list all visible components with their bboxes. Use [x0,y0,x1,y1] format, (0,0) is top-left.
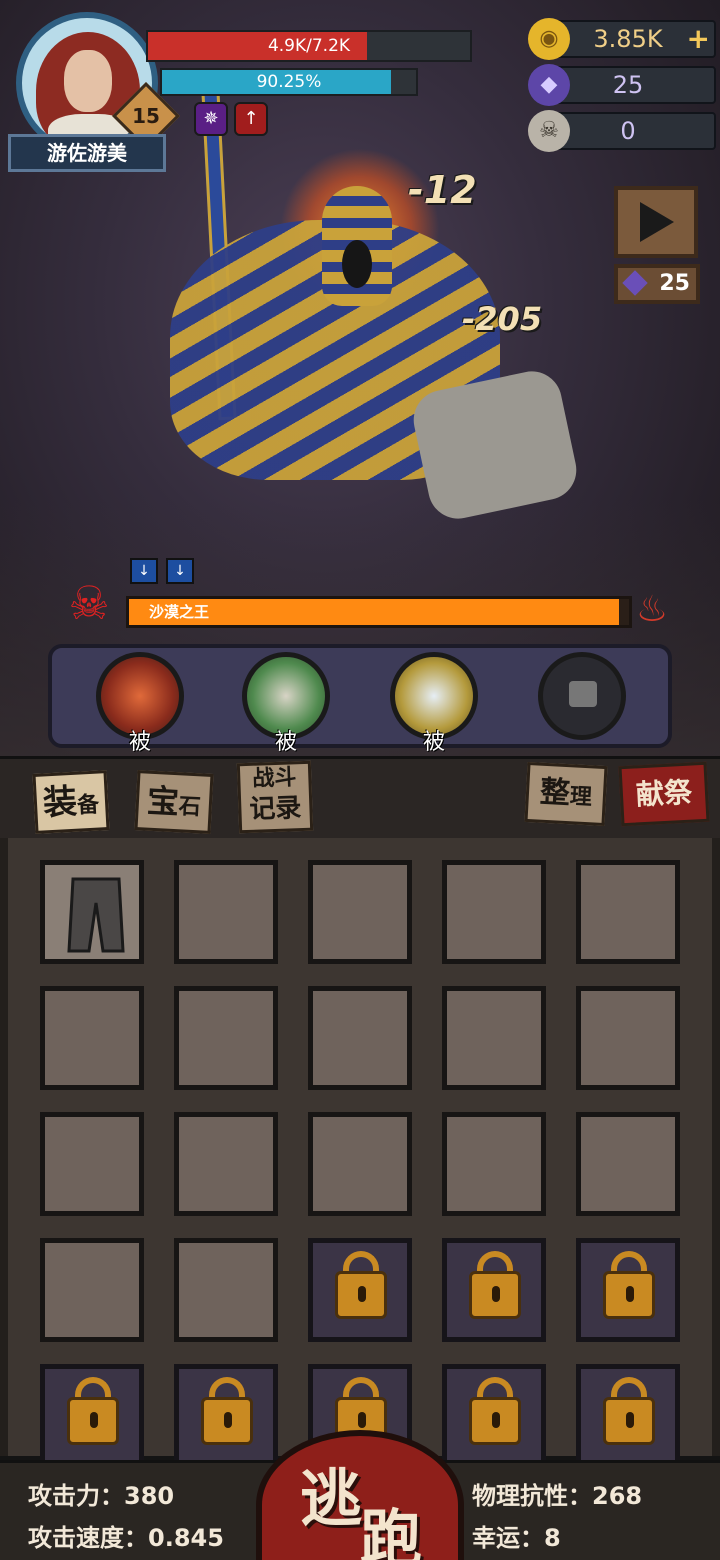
locked-slot[interactable] [576,1238,680,1342]
inventory-slot[interactable] [308,1112,412,1216]
inventory-slot[interactable] [40,986,144,1090]
hero-mp-bar: 90.25% [160,68,418,96]
crystal-value: 25 [612,71,644,99]
locked-skill-slot[interactable] [538,652,626,740]
sort-button[interactable]: 整理 [524,761,608,827]
add-gold-icon[interactable]: + [687,22,710,56]
padlock-icon [335,1271,387,1319]
passive-tag: 被 [274,730,297,755]
inventory-slot[interactable] [308,986,412,1090]
flee-label-2: 跑 [360,1502,423,1560]
hero-hp-text: 4.9K/7.2K [267,36,351,56]
hero-mp-text: 90.25% [256,72,322,92]
keyhole [492,1286,500,1302]
gold-counter: ◉ 3.85K + [528,18,716,60]
shield-down-icon[interactable]: ↓ [130,558,158,584]
inventory-slot[interactable] [576,986,680,1090]
play-icon [640,202,674,242]
pants-icon [67,877,125,953]
flame-icon: ♨ [635,589,669,630]
keyhole [90,1412,98,1428]
inventory-slot[interactable] [174,860,278,964]
hero-hp-bar: 4.9K/7.2K [146,30,472,62]
inventory-slot[interactable] [174,1238,278,1342]
inventory-slot[interactable] [308,860,412,964]
lock-icon [569,681,597,707]
inventory-slot[interactable] [576,860,680,964]
inventory-slot[interactable] [40,1238,144,1342]
sort-label-1: 整 [539,774,571,812]
inventory-slot-pants[interactable] [40,860,144,964]
inventory-slot[interactable] [40,1112,144,1216]
inventory-slot[interactable] [442,1112,546,1216]
tab-equipment-label-2: 备 [76,792,100,819]
tab-gems[interactable]: 宝石 [134,770,214,834]
flee-label-1: 逃 [300,1462,363,1535]
tab-battle-log-label-1: 战斗 [251,765,297,792]
tab-equipment-label-1: 装 [41,781,79,824]
keyhole [224,1412,232,1428]
tab-battle-log-label-2: 记录 [248,793,302,825]
damage-number: -205 [462,300,543,338]
locked-slot[interactable] [442,1364,546,1468]
shield-up-icon[interactable]: ↑ [234,102,268,136]
tab-gems-label-2: 石 [178,794,202,821]
tab-equipment[interactable]: 装备 [32,770,110,834]
level-value: 15 [132,104,160,128]
inventory-slot[interactable] [174,1112,278,1216]
hero-face [64,50,112,112]
locked-slot[interactable] [576,1364,680,1468]
keyhole [358,1412,366,1428]
attack-speed-stat: 攻击速度：0.845 [28,1524,224,1552]
inventory-slot[interactable] [576,1112,680,1216]
hero-name: 游佐游美 [8,134,166,172]
sort-label-2: 理 [569,784,593,811]
padlock-icon [469,1397,521,1445]
locked-slot[interactable] [308,1238,412,1342]
tab-battle-log[interactable]: 战斗 记录 [236,760,314,834]
sacrifice-button[interactable]: 献祭 [618,761,710,827]
inventory-slot[interactable] [442,986,546,1090]
tab-gems-label-1: 宝 [146,781,180,822]
damage-number: -12 [408,168,477,212]
padlock-icon [469,1271,521,1319]
skull-value: 0 [620,117,636,145]
keyhole [492,1412,500,1428]
locked-slot[interactable] [40,1364,144,1468]
inventory-slot[interactable] [174,986,278,1090]
physical-resist-stat: 物理抗性：268 [472,1482,643,1510]
boss-mouth [342,240,372,288]
ad-reward-value: 25 [659,271,690,296]
luck-stat: 幸运：8 [472,1524,561,1552]
inventory-slot[interactable] [442,860,546,964]
skull-counter: ☠ 0 [528,110,716,152]
padlock-icon [603,1397,655,1445]
skull-crossbones-icon: ☠ [68,576,110,630]
padlock-icon [603,1271,655,1319]
locked-slot[interactable] [174,1364,278,1468]
ad-reward-cost[interactable]: 25 [614,264,700,304]
passive-tag: 被 [422,730,445,755]
passive-tag: 被 [128,730,151,755]
purple-crystal-icon [622,270,648,296]
keyhole [358,1286,366,1302]
keyhole [626,1412,634,1428]
shield-down-icon[interactable]: ↓ [166,558,194,584]
boss-name: 沙漠之王 [149,603,210,621]
boss-hp-bar: 沙漠之王 [126,596,632,628]
crystal-counter: ◆ 25 [528,64,716,106]
sacrifice-label: 献祭 [635,775,693,812]
game-screen: -12 -205 15 游佐游美 4.9K/7.2K 90.25% ✵ ↑ ◉ … [0,0,720,1560]
watch-ad-button[interactable] [614,186,698,258]
attack-stat: 攻击力：380 [28,1482,175,1510]
locked-slot[interactable] [442,1238,546,1342]
vortex-icon[interactable]: ✵ [194,102,228,136]
padlock-icon [201,1397,253,1445]
padlock-icon [67,1397,119,1445]
keyhole [626,1286,634,1302]
